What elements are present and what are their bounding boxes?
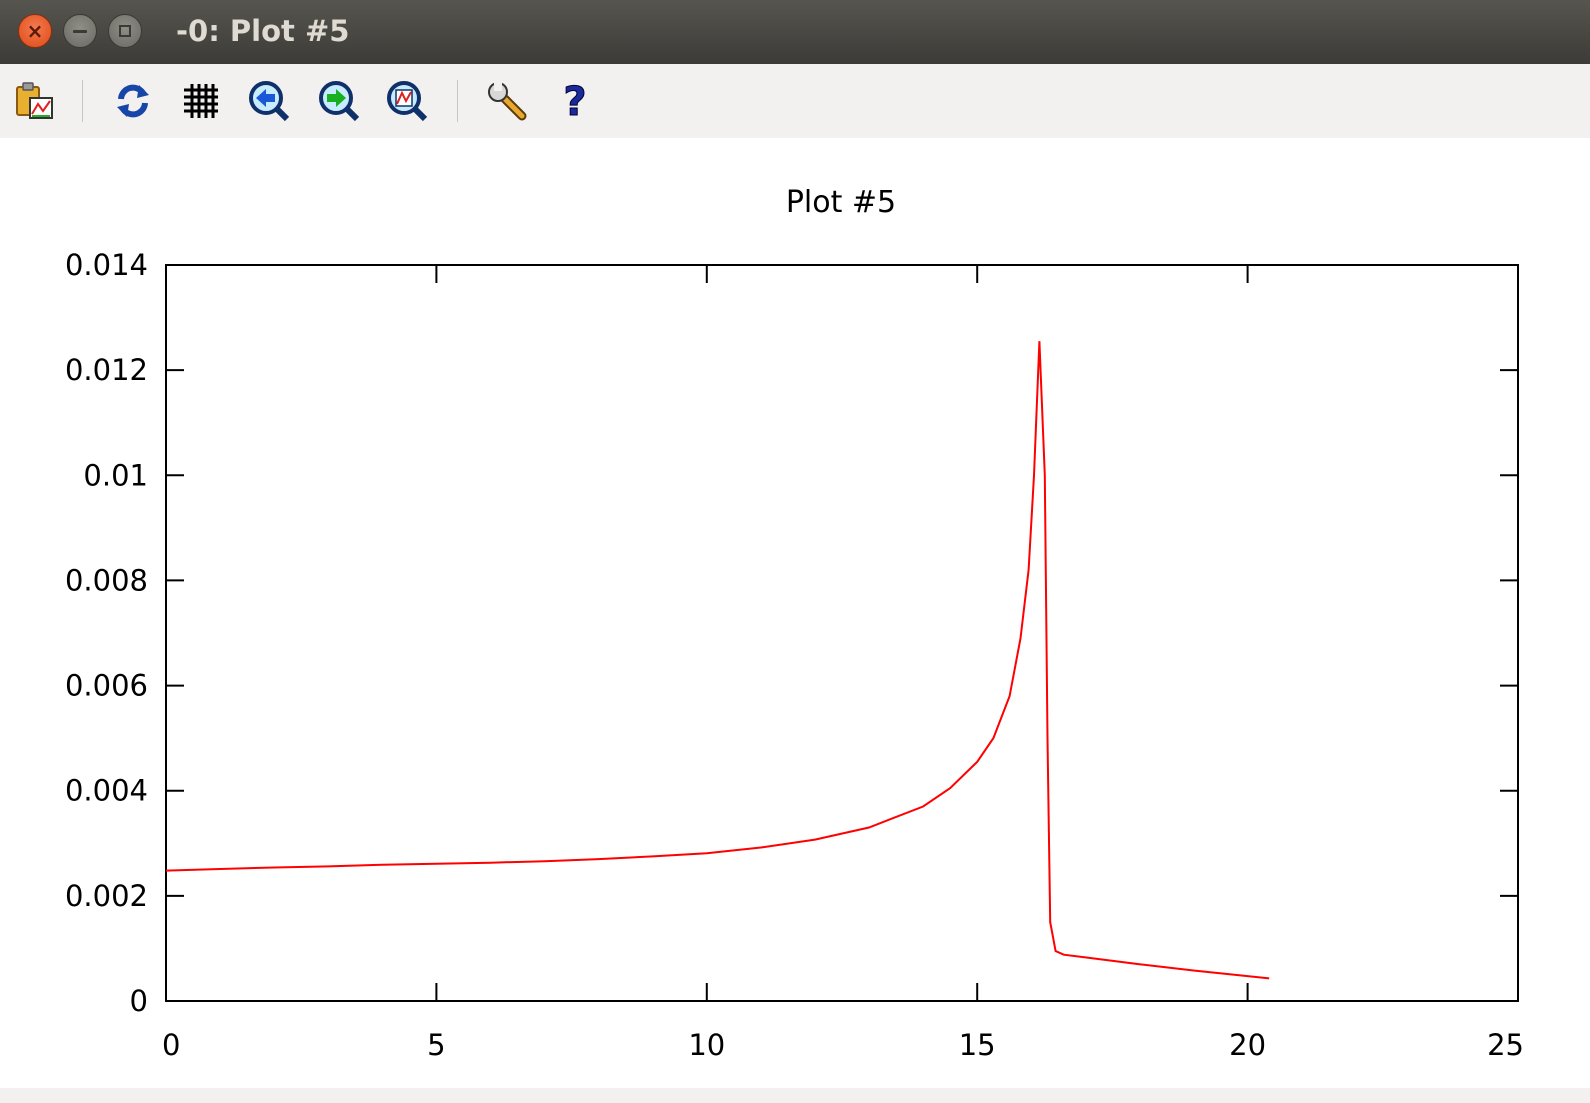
- y-tick-label: 0: [130, 984, 148, 1018]
- wrench-icon: [488, 82, 527, 121]
- previous-zoom-button[interactable]: [246, 78, 292, 124]
- toggle-grid-button[interactable]: [178, 78, 224, 124]
- maximize-icon: [119, 25, 131, 37]
- window-title: -0: Plot #5: [176, 14, 350, 48]
- series-line: [165, 341, 1270, 980]
- zoom-back-icon: [249, 81, 290, 122]
- x-tick-label: 5: [427, 1028, 445, 1062]
- minimize-icon: [73, 29, 87, 33]
- x-tick-label: 20: [1229, 1028, 1266, 1062]
- next-zoom-button[interactable]: [316, 78, 362, 124]
- replot-button[interactable]: [110, 78, 156, 124]
- plot-area[interactable]: Plot #5 0 5 10 15 20 25 0 0.002 0.004 0.006 0.008 0…: [0, 138, 1590, 1103]
- y-tick-label: 0.006: [65, 669, 148, 703]
- plot-frame: [165, 264, 1519, 1002]
- copy-to-clipboard-button[interactable]: [12, 78, 58, 124]
- x-tick-label: 10: [688, 1028, 725, 1062]
- x-tick-label: 25: [1487, 1028, 1524, 1062]
- x-tick-label: 15: [959, 1028, 996, 1062]
- close-icon: ×: [26, 19, 44, 43]
- toolbar-separator: [82, 80, 83, 122]
- x-tick-label: 0: [162, 1028, 180, 1062]
- svg-text:?: ?: [563, 79, 586, 123]
- zoom-forward-icon: [319, 81, 360, 122]
- preferences-button[interactable]: [484, 78, 530, 124]
- y-tick-label: 0.014: [65, 248, 148, 282]
- clipboard-plot-icon: [16, 82, 53, 119]
- title-bar[interactable]: × -0: Plot #5: [0, 0, 1590, 64]
- minimize-button[interactable]: [63, 14, 97, 48]
- zoom-autoscale-icon: [387, 81, 428, 122]
- status-strip: [0, 1088, 1590, 1103]
- close-button[interactable]: ×: [18, 14, 52, 48]
- plot-window: × -0: Plot #5 ? Plot #5 0 5 10 15 20 25 …: [0, 0, 1590, 1103]
- grid-icon: [184, 84, 218, 118]
- help-icon: ?: [563, 79, 587, 123]
- refresh-icon: [117, 84, 149, 118]
- y-tick-label: 0.004: [65, 774, 148, 808]
- y-tick-label: 0.012: [65, 353, 148, 387]
- y-tick-label: 0.008: [65, 563, 148, 597]
- toolbar-separator: [457, 80, 458, 122]
- line-chart: Plot #5 0 5 10 15 20 25 0 0.002 0.004 0.006 0.008 0…: [65, 185, 1524, 1062]
- autoscale-button[interactable]: [384, 78, 430, 124]
- y-tick-label: 0.002: [65, 879, 148, 913]
- y-tick-label: 0.01: [83, 458, 148, 492]
- help-button[interactable]: ?: [552, 78, 598, 124]
- toolbar: ?: [0, 64, 1590, 138]
- maximize-button[interactable]: [108, 14, 142, 48]
- chart-title: Plot #5: [786, 185, 896, 220]
